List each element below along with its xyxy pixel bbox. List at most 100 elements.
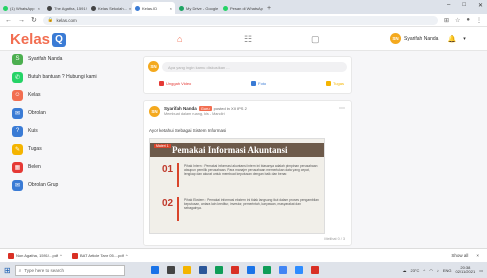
user-avatar-icon: S (12, 53, 23, 65)
groups-icon[interactable]: ☷ (244, 34, 252, 45)
action-label: Tugas (333, 81, 344, 86)
tab-title: Pesan di WhatsApp (230, 5, 263, 11)
sidebar-item-label: Obrolan (28, 110, 46, 116)
post-image-slide[interactable]: Materi 1 Pemakai Informasi Akuntansi 01 … (149, 138, 325, 234)
reload-icon[interactable]: ↻ (31, 16, 37, 24)
composer-actions: Unggah Video Foto Tugas (159, 81, 344, 86)
profile-menu[interactable]: SN Syarifah Nanda 🔔 ▾ (390, 33, 466, 44)
post-context: posted in XII IPS 2 (213, 106, 247, 111)
taskbar-app-icon[interactable] (198, 266, 207, 274)
taskbar-app-icon[interactable] (246, 266, 255, 274)
tab-title: My Drive - Google D... (186, 5, 219, 11)
taskbar-app-icon[interactable] (230, 266, 239, 274)
sidebar-item-belen[interactable]: ▦ Belen (12, 160, 132, 174)
browser-tab[interactable]: My Drive - Google D...× (176, 2, 219, 14)
avatar: SN (390, 33, 401, 44)
sidebar-item-obrolan[interactable]: ✉ Obrolan Grup (12, 178, 132, 192)
role-badge: Guru (198, 106, 212, 111)
search-icon: ⌕ (18, 267, 22, 273)
taskbar-app-icon[interactable] (262, 266, 271, 274)
taskbar-app-icon[interactable] (214, 266, 223, 274)
new-tab-button[interactable]: + (267, 5, 271, 12)
kelas-logo[interactable]: Kelas Q (10, 31, 67, 48)
tab-favicon-icon (223, 5, 228, 11)
clock[interactable]: 20:38 02/11/2021 (455, 265, 475, 275)
browser-tab[interactable]: Pesan di WhatsApp× (220, 2, 263, 14)
post-author-avatar: SN (149, 106, 160, 117)
sidebar-item-obrolan[interactable]: ✉ Obrolan (12, 106, 132, 120)
browser-tab[interactable]: (1) WhatsApp × (0, 2, 43, 14)
home-icon[interactable]: ⌂ (177, 34, 182, 44)
chevron-up-icon[interactable]: ^ (423, 268, 425, 273)
weather-temp[interactable]: 23°C (410, 268, 419, 273)
url-field[interactable]: 🔒 kelas.com (42, 15, 438, 25)
sidebar-item-butuh[interactable]: ✆ Butuh bantuan ? Hubungi kami (12, 70, 132, 84)
post-author-name[interactable]: Syarifah Nanda (164, 106, 197, 111)
browser-menu-icon[interactable]: ⋮ (476, 17, 482, 24)
sidebar-item-syarifah[interactable]: S Syarifah Nanda (12, 52, 132, 66)
composer-action-unggah-video[interactable]: Unggah Video (159, 81, 191, 86)
taskbar-app-icon[interactable] (166, 266, 175, 274)
minimize-icon[interactable]: – (447, 2, 450, 9)
sidebar: S Syarifah Nanda ✆ Butuh bantuan ? Hubungi … (12, 52, 132, 196)
sidebar-item-tugas[interactable]: ✎ Tugas (12, 142, 132, 156)
taskbar-app-icon[interactable] (310, 266, 319, 274)
browser-tab[interactable]: The Agatha, 1591!...× (44, 2, 87, 14)
post-header: SN Syarifah Nanda Guru posted in XII IPS… (149, 106, 247, 117)
more-options-icon[interactable]: ⋯ (339, 105, 345, 112)
close-tab-icon[interactable]: × (129, 6, 131, 11)
composer-input[interactable]: Apa yang ingin kamu diskusikan ... (162, 62, 347, 72)
action-icon (159, 81, 164, 86)
taskbar-search[interactable]: ⌕ Type here to search (14, 264, 125, 276)
taskbar-app-icon[interactable] (150, 266, 159, 274)
windows-start-icon[interactable]: ⊞ (4, 266, 11, 275)
chevron-up-icon[interactable]: ^ (60, 253, 62, 258)
notes-icon[interactable]: ▢ (311, 34, 320, 45)
browser-tab[interactable]: Kelas.ID × (132, 2, 175, 14)
download-item[interactable]: Non Agatha, 1591!...pdf ^ (8, 252, 62, 259)
tab-title: The Agatha, 1591!... (54, 5, 87, 11)
notification-bell-icon[interactable]: 🔔 (447, 35, 456, 43)
bookmark-star-icon[interactable]: ☆ (455, 17, 460, 24)
post-footer[interactable]: Melihat 0 / 3 (324, 237, 345, 241)
taskbar-app-icon[interactable] (278, 266, 287, 274)
app-header: Kelas Q ⌂ ☷ ▢ SN Syarifah Nanda 🔔 ▾ (0, 27, 487, 51)
wifi-icon[interactable]: ◠ (429, 268, 433, 273)
download-item[interactable]: BAT Article Tanr 05....pdf ^ (71, 252, 128, 259)
taskbar-app-icon[interactable] (294, 266, 303, 274)
show-all-downloads-button[interactable]: Show all (451, 253, 468, 258)
people-icon: ☺ (12, 89, 23, 101)
action-icon (251, 81, 257, 86)
back-icon[interactable]: ← (5, 17, 12, 24)
browser-tab[interactable]: Kelas Sekolah... × (88, 2, 131, 14)
slide-title: Pemakai Informasi Akuntansi (172, 145, 288, 155)
close-tab-icon[interactable]: × (170, 6, 172, 11)
profile-icon[interactable]: ● (466, 17, 470, 23)
action-label: Foto (258, 81, 267, 86)
maximize-icon[interactable]: □ (462, 2, 466, 9)
slide-tag: Materi 1 (154, 144, 171, 148)
sidebar-item-kelas[interactable]: ☺ Kelas (12, 88, 132, 102)
notifications-icon[interactable]: ▭ (479, 268, 483, 273)
close-window-icon[interactable]: ✕ (478, 2, 483, 9)
close-download-bar-button[interactable]: × (476, 253, 479, 258)
chat-icon: ✉ (12, 107, 23, 119)
extensions-icon[interactable]: ⊞ (444, 17, 449, 24)
calendar-icon: ▦ (12, 161, 23, 173)
tab-favicon-icon (179, 5, 184, 11)
slide-divider (177, 197, 179, 221)
taskbar-app-icon[interactable] (182, 266, 191, 274)
chevron-up-icon[interactable]: ^ (126, 253, 128, 258)
download-filename: Non Agatha, 1591!...pdf (16, 253, 59, 258)
composer-action-tugas[interactable]: Tugas (326, 81, 344, 86)
forward-icon[interactable]: → (18, 17, 25, 24)
tab-favicon-icon (47, 5, 52, 11)
speaker-icon[interactable]: ♪ (437, 268, 439, 273)
weather-icon[interactable]: ☁ (402, 268, 406, 273)
close-tab-icon[interactable]: × (38, 6, 40, 11)
composer-action-foto[interactable]: Foto (251, 81, 266, 86)
chevron-down-icon[interactable]: ▾ (463, 36, 466, 42)
language-indicator[interactable]: ENG (443, 268, 452, 273)
sidebar-item-label: Kelas (28, 92, 41, 98)
sidebar-item-kuis[interactable]: ? Kuis (12, 124, 132, 138)
